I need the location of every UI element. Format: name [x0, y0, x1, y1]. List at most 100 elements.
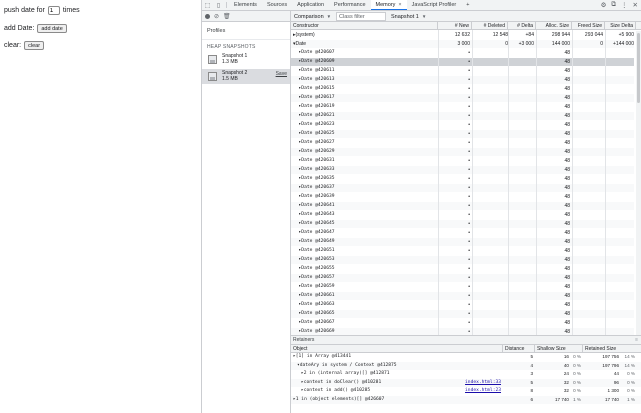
settings-gear-icon[interactable]: ⚙ [601, 1, 607, 9]
source-link[interactable]: index.html:23 [459, 387, 501, 395]
tab-sources[interactable]: Sources [262, 0, 292, 10]
col-size-delta[interactable]: Size Delta [605, 22, 636, 30]
col-constructor[interactable]: Constructor [291, 22, 438, 30]
class-filter-input[interactable]: Class filter [336, 12, 386, 21]
delta-count-cell [510, 184, 534, 192]
table-row[interactable]: ▸Date @420625 • 48 [291, 130, 634, 138]
freed-size-cell [572, 211, 603, 219]
table-row[interactable]: ▸Date @420651 • 48 [291, 247, 634, 255]
table-row[interactable]: ▸Date @420661 • 48 [291, 292, 634, 300]
table-row[interactable]: ▸Date @420629 • 48 [291, 148, 634, 156]
alloc-size-cell: 48 [564, 131, 570, 137]
table-row[interactable]: ▸Date @420667 • 48 [291, 319, 634, 327]
size-delta-cell [605, 256, 634, 264]
table-row[interactable]: ▸Date @420635 • 48 [291, 175, 634, 183]
base-snapshot-select[interactable]: Snapshot 1 ▼ [391, 12, 426, 21]
table-scrollbar[interactable] [636, 31, 641, 335]
tab-memory[interactable]: Memory × [370, 0, 407, 10]
tab-performance[interactable]: Performance [329, 0, 371, 10]
table-row[interactable]: ▸Date @420653 • 48 [291, 256, 634, 264]
size-delta-cell [605, 247, 634, 255]
table-row[interactable]: ▸Date @420641 • 48 [291, 202, 634, 210]
table-row[interactable]: ▸Date @420659 • 48 [291, 283, 634, 291]
device-toolbar-icon[interactable]: ▯ [213, 0, 224, 10]
add-date-button[interactable]: add date [37, 24, 67, 33]
snapshot-item-2[interactable]: Snapshot 2 1.5 MB Save [202, 69, 290, 84]
collect-garbage-icon[interactable]: 🗑 [223, 13, 231, 20]
distance-cell: 4 [530, 362, 533, 368]
tab-elements[interactable]: Elements [229, 0, 262, 10]
close-devtools-icon[interactable]: ✕ [633, 1, 638, 9]
snapshot-item-1[interactable]: Snapshot 1 1.3 MB [202, 52, 290, 67]
retainer-row[interactable]: ▸context in add() @410285 index.html:23 … [291, 387, 641, 395]
push-count-input[interactable] [47, 6, 60, 15]
constructor-cell: ▸Date @420629 [293, 149, 335, 154]
inspect-element-icon[interactable]: ⬚ [202, 0, 213, 10]
table-row[interactable]: ▸Date @420607 • 48 [291, 49, 634, 57]
table-row[interactable]: ▸Date @420665 • 48 [291, 310, 634, 318]
clear-button[interactable]: clear [24, 41, 45, 50]
table-row[interactable]: ▸Date @420613 • 48 [291, 76, 634, 84]
view-mode-select[interactable]: Comparison ▼ [294, 12, 331, 21]
deleted-count-cell [474, 148, 508, 156]
table-row[interactable]: ▸Date @420609 • 48 [291, 58, 634, 66]
retainer-row[interactable]: ▸context in doClear() @410281 index.html… [291, 378, 641, 387]
col-object[interactable]: Object [291, 345, 503, 353]
table-row[interactable]: ▸Date @420611 • 48 [291, 67, 634, 75]
record-heap-icon[interactable] [205, 14, 210, 19]
table-row[interactable]: ▸Date @420631 • 48 [291, 157, 634, 165]
table-row[interactable]: ▸Date @420619 • 48 [291, 103, 634, 111]
delta-count-cell [510, 49, 534, 57]
retainer-row[interactable]: ▸[1] in Array @413441 5 16 0 % 197 756 1… [291, 353, 641, 361]
close-tab-icon[interactable]: × [398, 2, 401, 8]
table-row[interactable]: ▸Date @420637 • 48 [291, 184, 634, 192]
retainer-row[interactable]: ▸2 in (internal array)[] @412871 3 24 0 … [291, 370, 641, 378]
more-options-icon[interactable]: ⋮ [621, 1, 628, 9]
collapse-retainers-icon[interactable]: ≡ [635, 336, 638, 345]
col-distance[interactable]: Distance [503, 345, 535, 353]
col-new[interactable]: # New [438, 22, 472, 30]
table-row[interactable]: ▸Date @420645 • 48 [291, 220, 634, 228]
source-link[interactable]: index.html:33 [459, 379, 501, 387]
delta-count-cell [510, 112, 534, 120]
freed-size-cell: 293 044 [584, 32, 603, 38]
table-row[interactable]: ▸Date @420655 • 48 [291, 265, 634, 273]
save-snapshot-link[interactable]: Save [276, 71, 287, 77]
deleted-count-cell [474, 220, 508, 228]
col-alloc-size[interactable]: Alloc. Size [536, 22, 572, 30]
retainer-row[interactable]: ▸1 in (object elements)[] @426607 6 17 7… [291, 395, 641, 404]
tab-javascript-profiler[interactable]: JavaScript Profiler [407, 0, 462, 10]
col-shallow-size[interactable]: Shallow Size [535, 345, 583, 353]
col-freed-size[interactable]: Freed Size [572, 22, 605, 30]
add-tab-button[interactable]: + [461, 0, 474, 10]
table-row[interactable]: ▸Date @420647 • 48 [291, 229, 634, 237]
table-row[interactable]: ▸(system) 12 632 12 548 +84 298 944 293 … [291, 31, 634, 39]
table-row[interactable]: ▸Date @420633 • 48 [291, 166, 634, 174]
table-row[interactable]: ▸Date @420615 • 48 [291, 85, 634, 93]
tab-application[interactable]: Application [292, 0, 329, 10]
scrollbar-thumb[interactable] [637, 33, 640, 103]
table-row[interactable]: ▸Date @420639 • 48 [291, 193, 634, 201]
deleted-count-cell [474, 193, 508, 201]
clear-profiles-icon[interactable]: ⊘ [214, 13, 219, 20]
table-row[interactable]: ▸Date @420669 • 48 [291, 328, 634, 335]
table-row[interactable]: ▸Date @420663 • 48 [291, 301, 634, 309]
table-row[interactable]: ▸Date @420623 • 48 [291, 121, 634, 129]
col-delta[interactable]: # Delta [508, 22, 536, 30]
remote-devices-icon[interactable]: ⧉ [611, 1, 616, 9]
freed-size-cell [572, 103, 603, 111]
table-row[interactable]: ▸Date @420617 • 48 [291, 94, 634, 102]
table-row[interactable]: ▸Date @420657 • 48 [291, 274, 634, 282]
table-row[interactable]: ▸Date @420627 • 48 [291, 139, 634, 147]
distance-cell: 5 [530, 379, 533, 385]
freed-size-cell [572, 193, 603, 201]
table-row[interactable]: ▸Date @420643 • 48 [291, 211, 634, 219]
col-retained-size[interactable]: Retained Size [583, 345, 641, 353]
table-row[interactable]: ▸Date @420649 • 48 [291, 238, 634, 246]
col-deleted[interactable]: # Deleted [472, 22, 508, 30]
table-row[interactable]: ▸Date @420621 • 48 [291, 112, 634, 120]
retainers-body: ▸[1] in Array @413441 5 16 0 % 197 756 1… [291, 353, 641, 405]
table-row[interactable]: ▾Date 3 000 0 +3 000 144 000 0 +144 000 [291, 40, 634, 48]
add-date-label: add Date: [4, 25, 35, 32]
retainer-row[interactable]: ▾dateAry in system / Context @412875 4 4… [291, 361, 641, 370]
